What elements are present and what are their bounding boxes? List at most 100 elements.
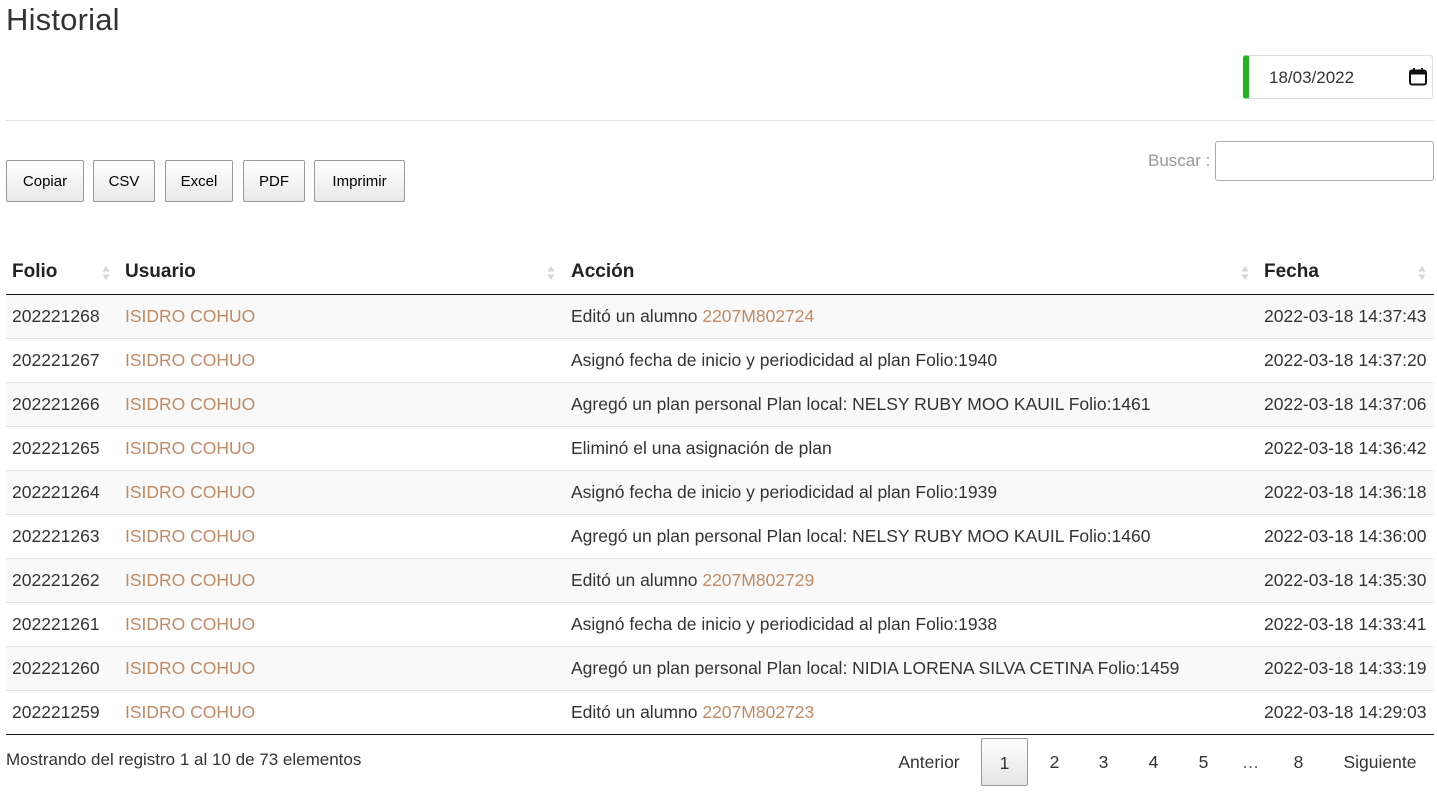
usuario-link[interactable]: ISIDRO COHUO: [125, 438, 255, 458]
accion-text: Agregó un plan personal Plan local: NIDI…: [571, 658, 1180, 678]
page-button-5[interactable]: 5: [1180, 738, 1227, 786]
csv-button[interactable]: CSV: [93, 160, 155, 202]
usuario-cell: ISIDRO COHUO: [125, 295, 255, 338]
usuario-link[interactable]: ISIDRO COHUO: [125, 482, 255, 502]
column-header-accion[interactable]: Acción: [565, 250, 1258, 294]
alumno-link[interactable]: 2207M802723: [702, 702, 814, 722]
page-button-3[interactable]: 3: [1080, 738, 1127, 786]
pdf-button[interactable]: PDF: [243, 160, 305, 202]
page-ellipsis: …: [1241, 752, 1260, 772]
usuario-link[interactable]: ISIDRO COHUO: [125, 306, 255, 326]
date-filter-input[interactable]: 18/03/2022: [1243, 55, 1433, 99]
print-button[interactable]: Imprimir: [314, 160, 405, 202]
accion-cell: Editó un alumno 2207M802729: [571, 559, 814, 602]
sort-icon: [547, 266, 555, 280]
accion-text: Asignó fecha de inicio y periodicidad al…: [571, 350, 998, 370]
next-page-button[interactable]: Siguiente: [1334, 738, 1426, 786]
usuario-link[interactable]: ISIDRO COHUO: [125, 658, 255, 678]
search-input[interactable]: [1215, 141, 1434, 181]
fecha-cell: 2022-03-18 14:35:30: [1264, 570, 1427, 590]
folio-cell: 202221265: [12, 438, 100, 458]
folio-cell: 202221259: [12, 702, 100, 722]
accion-cell: Agregó un plan personal Plan local: NELS…: [571, 515, 1150, 558]
folio-cell: 202221260: [12, 658, 100, 678]
excel-button[interactable]: Excel: [165, 160, 233, 202]
table-row: 202221263 ISIDRO COHUO Agregó un plan pers…: [6, 514, 1434, 558]
pagination: Anterior 1 2 3 4 5 … 8 Siguiente: [880, 738, 1434, 788]
usuario-link[interactable]: ISIDRO COHUO: [125, 394, 255, 414]
accion-text: Editó un alumno: [571, 306, 703, 326]
fecha-cell: 2022-03-18 14:33:41: [1264, 614, 1427, 634]
page-button-4[interactable]: 4: [1130, 738, 1177, 786]
usuario-link[interactable]: ISIDRO COHUO: [125, 570, 255, 590]
usuario-cell: ISIDRO COHUO: [125, 559, 255, 602]
header-divider: [6, 120, 1434, 121]
usuario-link[interactable]: ISIDRO COHUO: [125, 526, 255, 546]
usuario-cell: ISIDRO COHUO: [125, 339, 255, 382]
fecha-cell: 2022-03-18 14:33:19: [1264, 658, 1427, 678]
usuario-link[interactable]: ISIDRO COHUO: [125, 614, 255, 634]
fecha-cell: 2022-03-18 14:37:20: [1264, 350, 1427, 370]
table-row: 202221260 ISIDRO COHUO Agregó un plan pers…: [6, 646, 1434, 690]
fecha-cell: 2022-03-18 14:36:18: [1264, 482, 1427, 502]
folio-cell: 202221266: [12, 394, 100, 414]
table-row: 202221267 ISIDRO COHUO Asignó fecha de ini…: [6, 338, 1434, 382]
previous-page-button[interactable]: Anterior: [888, 738, 970, 786]
table-row: 202221265 ISIDRO COHUO Eliminó el una asig…: [6, 426, 1434, 470]
page-title: Historial: [6, 2, 120, 37]
page-button-2[interactable]: 2: [1031, 738, 1078, 786]
page-button-8[interactable]: 8: [1275, 738, 1322, 786]
date-filter-value: 18/03/2022: [1269, 68, 1355, 87]
table-header: Folio Usuario Acción Fecha: [6, 250, 1434, 295]
alumno-link[interactable]: 2207M802729: [702, 570, 814, 590]
search-label: Buscar :: [1148, 151, 1211, 170]
accion-cell: Asignó fecha de inicio y periodicidad al…: [571, 471, 997, 514]
fecha-cell: 2022-03-18 14:37:43: [1264, 306, 1427, 326]
usuario-cell: ISIDRO COHUO: [125, 427, 255, 470]
accion-cell: Asignó fecha de inicio y periodicidad al…: [571, 339, 997, 382]
usuario-link[interactable]: ISIDRO COHUO: [125, 702, 255, 722]
table-row: 202221264 ISIDRO COHUO Asignó fecha de ini…: [6, 470, 1434, 514]
accion-cell: Agregó un plan personal Plan local: NIDI…: [571, 647, 1179, 690]
usuario-cell: ISIDRO COHUO: [125, 603, 255, 646]
column-header-folio[interactable]: Folio: [6, 250, 119, 294]
table-body: 202221268 ISIDRO COHUO Editó un alumno 220…: [6, 295, 1434, 735]
accion-text: Eliminó el una asignación de plan: [571, 438, 832, 458]
folio-cell: 202221264: [12, 482, 100, 502]
calendar-icon[interactable]: [1408, 67, 1428, 87]
column-header-usuario-label: Usuario: [125, 261, 196, 282]
column-header-accion-label: Acción: [571, 261, 635, 282]
table-row: 202221261 ISIDRO COHUO Asignó fecha de ini…: [6, 602, 1434, 646]
usuario-link[interactable]: ISIDRO COHUO: [125, 350, 255, 370]
fecha-cell: 2022-03-18 14:29:03: [1264, 702, 1427, 722]
folio-cell: 202221267: [12, 350, 100, 370]
copy-button[interactable]: Copiar: [6, 160, 84, 202]
usuario-cell: ISIDRO COHUO: [125, 471, 255, 514]
fecha-cell: 2022-03-18 14:36:00: [1264, 526, 1427, 546]
fecha-cell: 2022-03-18 14:37:06: [1264, 394, 1427, 414]
usuario-cell: ISIDRO COHUO: [125, 691, 255, 734]
page-button-1[interactable]: 1: [981, 738, 1028, 786]
column-header-folio-label: Folio: [12, 261, 58, 282]
accion-cell: Asignó fecha de inicio y periodicidad al…: [571, 603, 997, 646]
usuario-cell: ISIDRO COHUO: [125, 647, 255, 690]
table-info: Mostrando del registro 1 al 10 de 73 ele…: [6, 750, 362, 769]
accion-text: Editó un alumno: [571, 570, 703, 590]
table-row: 202221262 ISIDRO COHUO Editó un alumno 220…: [6, 558, 1434, 602]
folio-cell: 202221261: [12, 614, 100, 634]
accion-cell: Eliminó el una asignación de plan: [571, 427, 832, 470]
alumno-link[interactable]: 2207M802724: [702, 306, 814, 326]
accion-cell: Agregó un plan personal Plan local: NELS…: [571, 383, 1150, 426]
accion-text: Asignó fecha de inicio y periodicidad al…: [571, 614, 998, 634]
column-header-fecha[interactable]: Fecha: [1258, 250, 1434, 294]
column-header-usuario[interactable]: Usuario: [119, 250, 565, 294]
accion-cell: Editó un alumno 2207M802723: [571, 691, 814, 734]
table-row: 202221259 ISIDRO COHUO Editó un alumno 220…: [6, 690, 1434, 735]
history-table: Folio Usuario Acción Fecha 202221268 ISID…: [6, 250, 1434, 735]
usuario-cell: ISIDRO COHUO: [125, 515, 255, 558]
accion-text: Agregó un plan personal Plan local: NELS…: [571, 394, 1151, 414]
folio-cell: 202221268: [12, 306, 100, 326]
folio-cell: 202221263: [12, 526, 100, 546]
accion-cell: Editó un alumno 2207M802724: [571, 295, 814, 338]
column-header-fecha-label: Fecha: [1264, 261, 1319, 282]
